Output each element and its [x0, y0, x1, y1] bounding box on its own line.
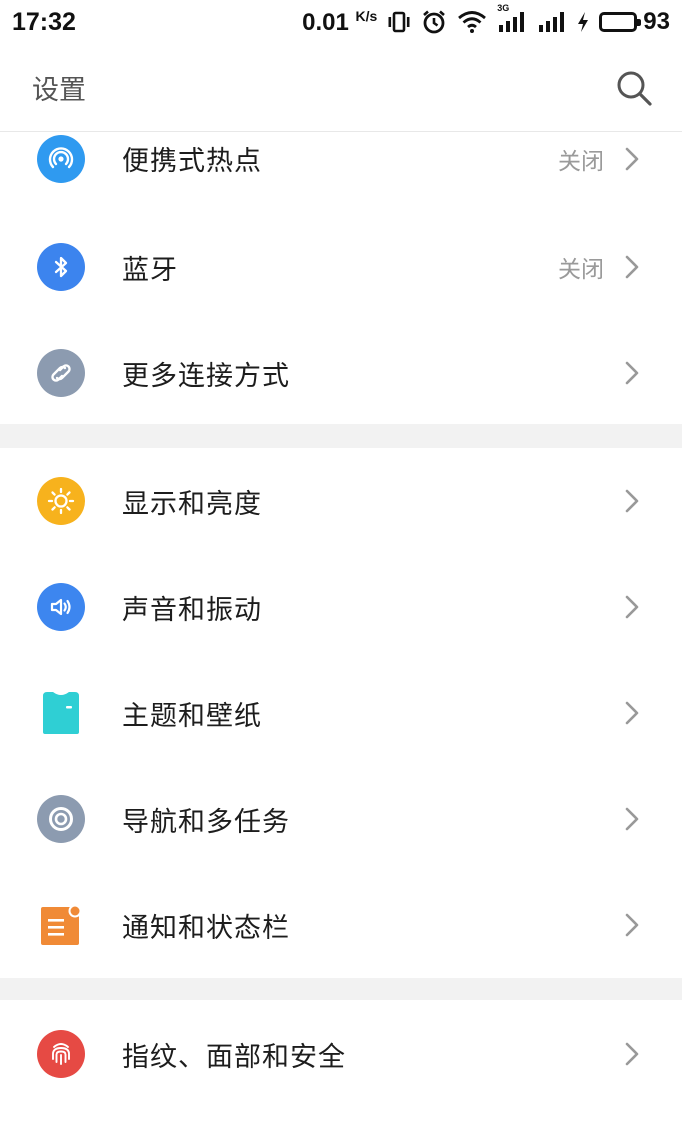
- section-divider: [0, 978, 682, 1000]
- alarm-icon: [421, 9, 447, 35]
- chevron-right-icon: [625, 255, 639, 279]
- vibrate-icon: [387, 11, 411, 33]
- setting-item-sound[interactable]: 声音和振动: [0, 554, 682, 660]
- setting-item-security[interactable]: 指纹、面部和安全: [0, 1000, 682, 1108]
- signal-icon: [537, 11, 567, 33]
- network-speed-unit: K/s: [355, 7, 378, 24]
- section-divider: [0, 424, 682, 448]
- network-speed-value: 0.01: [302, 8, 349, 36]
- setting-item-navigation[interactable]: 导航和多任务: [0, 766, 682, 872]
- notification-icon: [37, 901, 85, 949]
- hotspot-icon: [37, 134, 85, 183]
- status-bar: 17:32 0.01 K/s 3G 93: [0, 0, 682, 44]
- setting-label: 蓝牙: [122, 254, 178, 286]
- chevron-right-icon: [625, 913, 639, 937]
- setting-item-notifications[interactable]: 通知和状态栏: [0, 872, 682, 978]
- chevron-right-icon: [625, 147, 639, 170]
- battery-indicator: 93: [599, 8, 670, 36]
- status-time: 17:32: [12, 7, 76, 36]
- chevron-right-icon: [625, 595, 639, 619]
- setting-label: 声音和振动: [122, 594, 262, 626]
- signal-3g-icon: 3G: [497, 3, 527, 33]
- setting-item-theme[interactable]: 主题和壁纸: [0, 660, 682, 766]
- fingerprint-icon: [37, 1030, 85, 1078]
- shirt-icon: [37, 689, 85, 737]
- setting-label: 通知和状态栏: [122, 912, 290, 944]
- wifi-icon: [457, 10, 487, 34]
- setting-value: 关闭: [558, 148, 604, 175]
- settings-list: 便携式热点 关闭 蓝牙 关闭 更多连接方式 显示和亮度 声音和振动 主题和壁纸 …: [0, 132, 682, 1108]
- network-type-label: 3G: [497, 3, 510, 13]
- status-icons: 0.01 K/s 3G 93: [302, 3, 670, 37]
- chevron-right-icon: [625, 1042, 639, 1066]
- search-button[interactable]: [612, 66, 656, 110]
- chevron-right-icon: [625, 701, 639, 725]
- setting-label: 指纹、面部和安全: [122, 1041, 346, 1073]
- setting-label: 显示和亮度: [122, 488, 262, 520]
- sun-icon: [37, 477, 85, 525]
- battery-level: 93: [643, 8, 670, 35]
- setting-label: 便携式热点: [122, 146, 262, 177]
- link-icon: [37, 349, 85, 397]
- chevron-right-icon: [625, 807, 639, 831]
- setting-item-bluetooth[interactable]: 蓝牙 关闭: [0, 214, 682, 320]
- page-title: 设置: [32, 75, 86, 106]
- navigation-icon: [37, 795, 85, 843]
- charging-icon: [577, 11, 589, 33]
- setting-label: 导航和多任务: [122, 806, 290, 838]
- setting-label: 主题和壁纸: [122, 700, 262, 732]
- search-icon: [617, 71, 652, 106]
- chevron-right-icon: [625, 489, 639, 513]
- bluetooth-icon: [37, 243, 85, 291]
- speaker-icon: [37, 583, 85, 631]
- network-speed: 0.01 K/s: [302, 8, 377, 37]
- setting-item-hotspot[interactable]: 便携式热点 关闭: [0, 132, 682, 185]
- setting-item-more-connections[interactable]: 更多连接方式: [0, 320, 682, 426]
- setting-value: 关闭: [558, 257, 604, 283]
- battery-icon: [599, 12, 642, 32]
- app-header: 设置: [0, 44, 682, 132]
- setting-label: 更多连接方式: [122, 360, 290, 392]
- setting-item-display[interactable]: 显示和亮度: [0, 448, 682, 554]
- chevron-right-icon: [625, 361, 639, 385]
